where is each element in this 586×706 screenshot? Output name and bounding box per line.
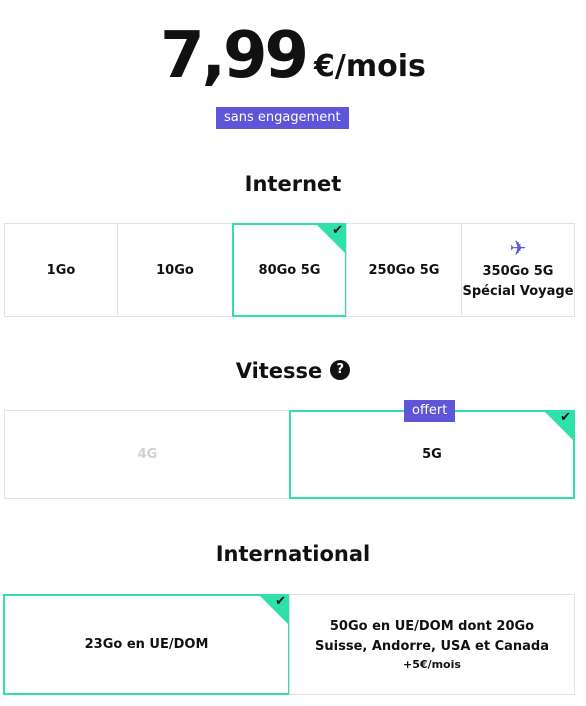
- international-option-23go[interactable]: ✔ 23Go en UE/DOM: [3, 594, 290, 695]
- check-icon: ✔: [332, 223, 343, 238]
- vitesse-option-label: 5G: [422, 447, 442, 462]
- internet-section-title: Internet: [244, 172, 342, 196]
- internet-option-80go-5g[interactable]: ✔ 80Go 5G: [232, 223, 347, 317]
- international-option-line2: Suisse, Andorre, USA et Canada: [315, 638, 549, 654]
- airplane-icon: ✈: [509, 236, 527, 260]
- internet-option-1go[interactable]: 1Go: [4, 223, 118, 317]
- vitesse-option-5g[interactable]: ✔ 5G: [289, 410, 575, 499]
- vitesse-option-label: 4G: [137, 447, 158, 462]
- price-amount: 7,99: [160, 19, 309, 93]
- price-header: 7,99 €/mois: [0, 18, 586, 88]
- international-option-line1: 50Go en UE/DOM dont 20Go: [329, 618, 535, 634]
- sans-engagement-badge: sans engagement: [216, 107, 349, 129]
- internet-option-label: 350Go 5G: [482, 264, 554, 279]
- check-icon: ✔: [275, 594, 286, 609]
- check-icon: ✔: [560, 410, 571, 425]
- international-option-50go[interactable]: 50Go en UE/DOM dont 20Go Suisse, Andorre…: [289, 594, 575, 695]
- internet-option-sublabel: Spécial Voyage: [462, 284, 574, 299]
- vitesse-option-4g: 4G: [4, 410, 291, 499]
- internet-option-10go[interactable]: 10Go: [117, 223, 233, 317]
- internet-option-350go-5g-voyage[interactable]: ✈ 350Go 5G Spécial Voyage: [461, 223, 575, 317]
- internet-option-label: 80Go 5G: [258, 262, 321, 278]
- international-option-price: +5€/mois: [403, 657, 461, 671]
- international-option-label: 23Go en UE/DOM: [84, 637, 209, 652]
- offert-badge: offert: [404, 400, 456, 422]
- internet-option-250go-5g[interactable]: 250Go 5G: [346, 223, 462, 317]
- vitesse-section-title: Vitesse?: [0, 357, 586, 385]
- international-section-title: International: [215, 542, 371, 566]
- help-icon[interactable]: ?: [330, 360, 351, 380]
- internet-option-label: 250Go 5G: [368, 262, 440, 278]
- price-unit: €/mois: [314, 49, 426, 84]
- internet-option-label: 1Go: [46, 262, 76, 278]
- internet-option-label: 10Go: [156, 262, 194, 278]
- vitesse-title-text: Vitesse: [235, 359, 323, 383]
